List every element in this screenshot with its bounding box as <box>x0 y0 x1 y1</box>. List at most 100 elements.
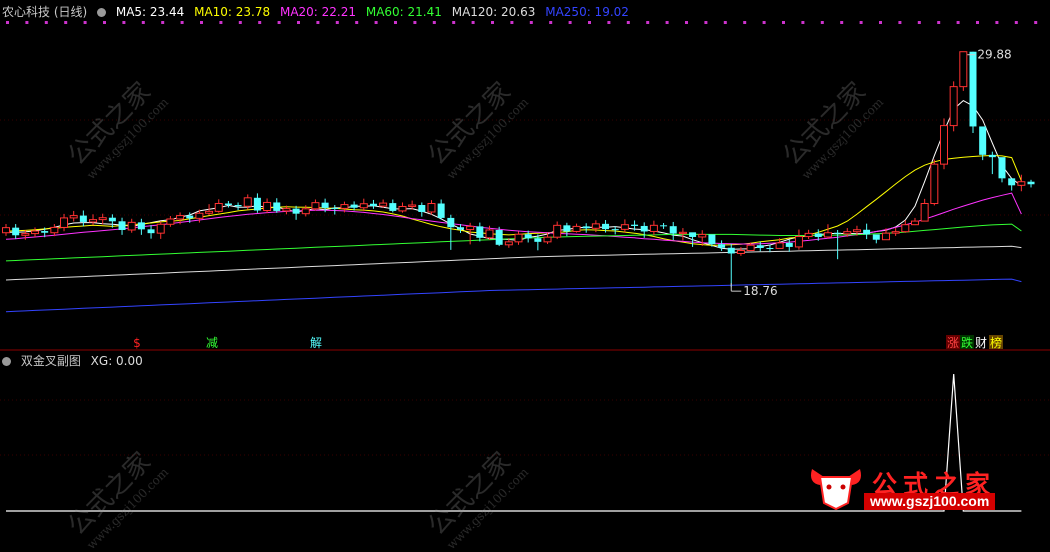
signal-marker: 榜 <box>990 335 1002 350</box>
candle-body <box>350 204 358 208</box>
candle-body <box>69 215 78 219</box>
candle <box>292 205 300 220</box>
candle-body <box>205 210 214 214</box>
candle-body <box>466 225 475 231</box>
logo-url: www.gszj100.com <box>864 493 996 510</box>
candle <box>998 157 1006 183</box>
candle <box>224 200 232 208</box>
candle-body <box>988 154 996 158</box>
candle-body <box>282 208 291 212</box>
candlestick-series <box>2 51 1035 288</box>
ma5-label: MA5: 23.44 <box>115 5 185 19</box>
candle-body <box>727 247 735 254</box>
candle-body <box>166 218 175 225</box>
candle <box>12 224 20 239</box>
candle <box>427 200 436 215</box>
candle <box>669 221 677 241</box>
marker-dot <box>995 21 999 24</box>
candle-body <box>998 157 1006 179</box>
candle-body <box>2 227 10 234</box>
candle-body <box>901 224 910 233</box>
candle-body <box>834 232 842 234</box>
marker-dot <box>200 21 203 24</box>
candle <box>89 214 98 226</box>
settings-circle-icon[interactable] <box>2 357 11 366</box>
marker-dot <box>626 21 630 24</box>
marker-dot <box>704 21 708 24</box>
candle-body <box>476 226 484 238</box>
candle-body <box>79 215 87 222</box>
candle-body <box>718 244 726 248</box>
candle <box>660 222 668 229</box>
candle-body <box>620 224 629 230</box>
candle-body <box>147 229 155 234</box>
candle-body <box>456 227 464 230</box>
candle-body <box>524 234 532 239</box>
candle <box>137 218 145 235</box>
candle <box>156 221 165 239</box>
candle <box>939 118 948 170</box>
candle-body <box>930 163 939 205</box>
sub-panel-header: 双金叉副图 XG: 0.00 <box>2 353 149 369</box>
candle-body <box>311 202 320 210</box>
candle-body <box>563 225 571 232</box>
candle <box>572 223 581 233</box>
marker-dot <box>1034 21 1038 24</box>
marker-dot <box>762 21 766 24</box>
candle-body <box>649 224 658 232</box>
candle <box>1017 174 1026 192</box>
candle-body <box>939 125 948 165</box>
candle-body <box>273 202 281 211</box>
candle-body <box>823 232 832 238</box>
signal-marker: 减 <box>206 336 218 350</box>
marker-dot <box>782 21 785 24</box>
candle <box>979 126 987 161</box>
signal-marker: 财 <box>975 336 987 350</box>
high-price-label: 29.88 <box>977 48 1011 62</box>
signal-marker: 跌 <box>961 335 973 350</box>
candle-body <box>794 236 803 248</box>
candle <box>166 216 175 227</box>
marker-dot <box>374 21 378 24</box>
ma20-label: MA20: 22.21 <box>279 5 357 19</box>
marker-dot <box>879 21 882 24</box>
candle-body <box>881 232 890 241</box>
candle <box>398 202 407 213</box>
candle-body <box>804 232 813 238</box>
candle <box>514 231 523 245</box>
marker-dot <box>161 21 165 24</box>
candle <box>359 198 368 212</box>
candle <box>524 230 532 243</box>
candle-body <box>186 215 194 219</box>
candle <box>959 51 968 91</box>
candle <box>553 221 562 240</box>
marker-dot <box>394 21 397 24</box>
xg-value-label: XG: 0.00 <box>90 354 143 368</box>
candle-body <box>321 202 329 208</box>
ma-line-ma20 <box>5 192 1022 245</box>
moving-average-lines <box>5 99 1022 313</box>
marker-dot <box>859 21 863 24</box>
candle <box>823 224 832 239</box>
marker-dot <box>723 21 727 24</box>
kline-chart-area[interactable]: 29.88 18.76 $ 减 解 涨跌财榜 <box>0 0 1050 517</box>
candle-body <box>591 223 600 229</box>
ma-line-ma250 <box>5 278 1022 313</box>
candle-body <box>447 217 455 228</box>
candle-body <box>863 229 871 235</box>
candle-body <box>785 242 793 247</box>
candle-body <box>959 51 968 88</box>
marker-dot <box>646 21 650 24</box>
marker-dot <box>25 21 29 24</box>
candle <box>147 225 155 239</box>
marker-dot <box>238 21 242 24</box>
candle-body <box>234 205 242 207</box>
candle-body <box>611 229 619 231</box>
candle-body <box>398 205 407 212</box>
candle-body <box>331 207 339 209</box>
candle-body <box>534 238 542 242</box>
candle <box>437 199 445 220</box>
candle <box>127 218 136 233</box>
marker-dot <box>6 21 9 24</box>
settings-circle-icon[interactable] <box>97 8 107 17</box>
